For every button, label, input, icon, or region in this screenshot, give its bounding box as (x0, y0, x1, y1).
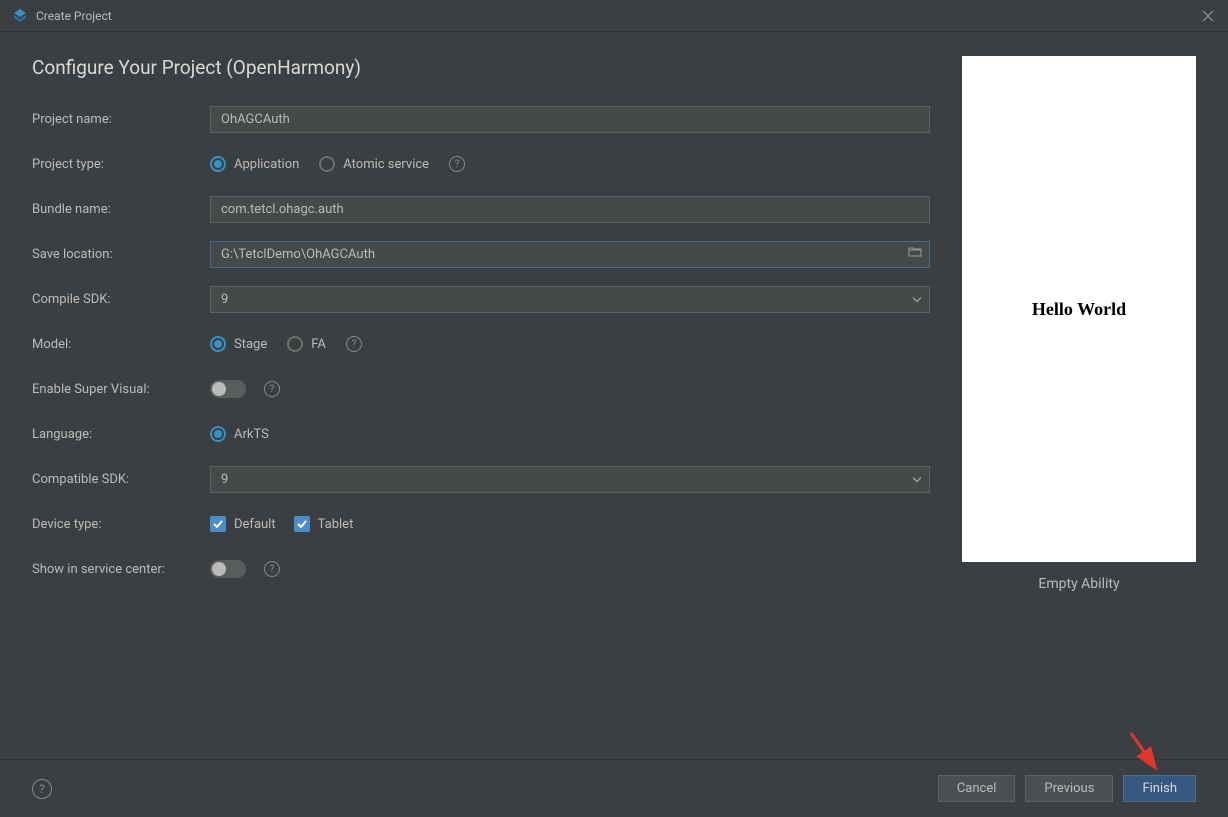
enable-super-visual-label: Enable Super Visual: (32, 382, 210, 397)
radio-selected-icon (210, 156, 226, 172)
checkbox-checked-icon (294, 516, 310, 532)
bundle-name-label: Bundle name: (32, 202, 210, 217)
radio-selected-icon (210, 426, 226, 442)
save-location-label: Save location: (32, 247, 210, 262)
model-fa-radio[interactable]: FA (287, 336, 326, 352)
project-type-application-radio[interactable]: Application (210, 156, 299, 172)
compile-sdk-select[interactable]: 9 (210, 286, 930, 313)
help-icon[interactable]: ? (32, 779, 52, 799)
help-icon[interactable]: ? (264, 561, 280, 577)
device-type-label: Device type: (32, 517, 210, 532)
show-service-center-label: Show in service center: (32, 562, 210, 577)
titlebar: Create Project (0, 0, 1228, 32)
compatible-sdk-label: Compatible SDK: (32, 472, 210, 487)
help-icon[interactable]: ? (264, 381, 280, 397)
preview-content: Hello World (1032, 299, 1126, 320)
compile-sdk-label: Compile SDK: (32, 292, 210, 307)
model-stage-radio[interactable]: Stage (210, 336, 267, 352)
checkbox-checked-icon (210, 516, 226, 532)
folder-icon[interactable] (908, 246, 922, 262)
window-title: Create Project (36, 9, 1200, 23)
compatible-sdk-select[interactable]: 9 (210, 466, 930, 493)
radio-unselected-icon (287, 336, 303, 352)
dialog-footer: ? Cancel Previous Finish (0, 759, 1228, 817)
cancel-button[interactable]: Cancel (938, 775, 1016, 802)
close-icon[interactable] (1200, 8, 1216, 24)
template-preview: Hello World Empty Ability (962, 56, 1196, 735)
project-name-label: Project name: (32, 112, 210, 127)
project-type-label: Project type: (32, 157, 210, 172)
radio-selected-icon (210, 336, 226, 352)
preview-caption: Empty Ability (962, 576, 1196, 592)
enable-super-visual-toggle[interactable] (210, 380, 246, 398)
bundle-name-input[interactable] (210, 196, 930, 223)
language-arkts-radio[interactable]: ArkTS (210, 426, 269, 442)
help-icon[interactable]: ? (346, 336, 362, 352)
device-tablet-checkbox[interactable]: Tablet (294, 516, 354, 532)
finish-button[interactable]: Finish (1123, 775, 1196, 802)
device-default-checkbox[interactable]: Default (210, 516, 276, 532)
page-title: Configure Your Project (OpenHarmony) (32, 56, 930, 79)
app-icon (12, 8, 28, 24)
save-location-input[interactable] (210, 241, 930, 268)
project-type-atomic-radio[interactable]: Atomic service (319, 156, 429, 172)
configure-form: Configure Your Project (OpenHarmony) Pro… (32, 56, 930, 735)
help-icon[interactable]: ? (449, 156, 465, 172)
show-service-center-toggle[interactable] (210, 560, 246, 578)
project-name-input[interactable] (210, 106, 930, 133)
radio-unselected-icon (319, 156, 335, 172)
preview-frame: Hello World (962, 56, 1196, 562)
previous-button[interactable]: Previous (1025, 775, 1113, 802)
language-label: Language: (32, 427, 210, 442)
model-label: Model: (32, 337, 210, 352)
